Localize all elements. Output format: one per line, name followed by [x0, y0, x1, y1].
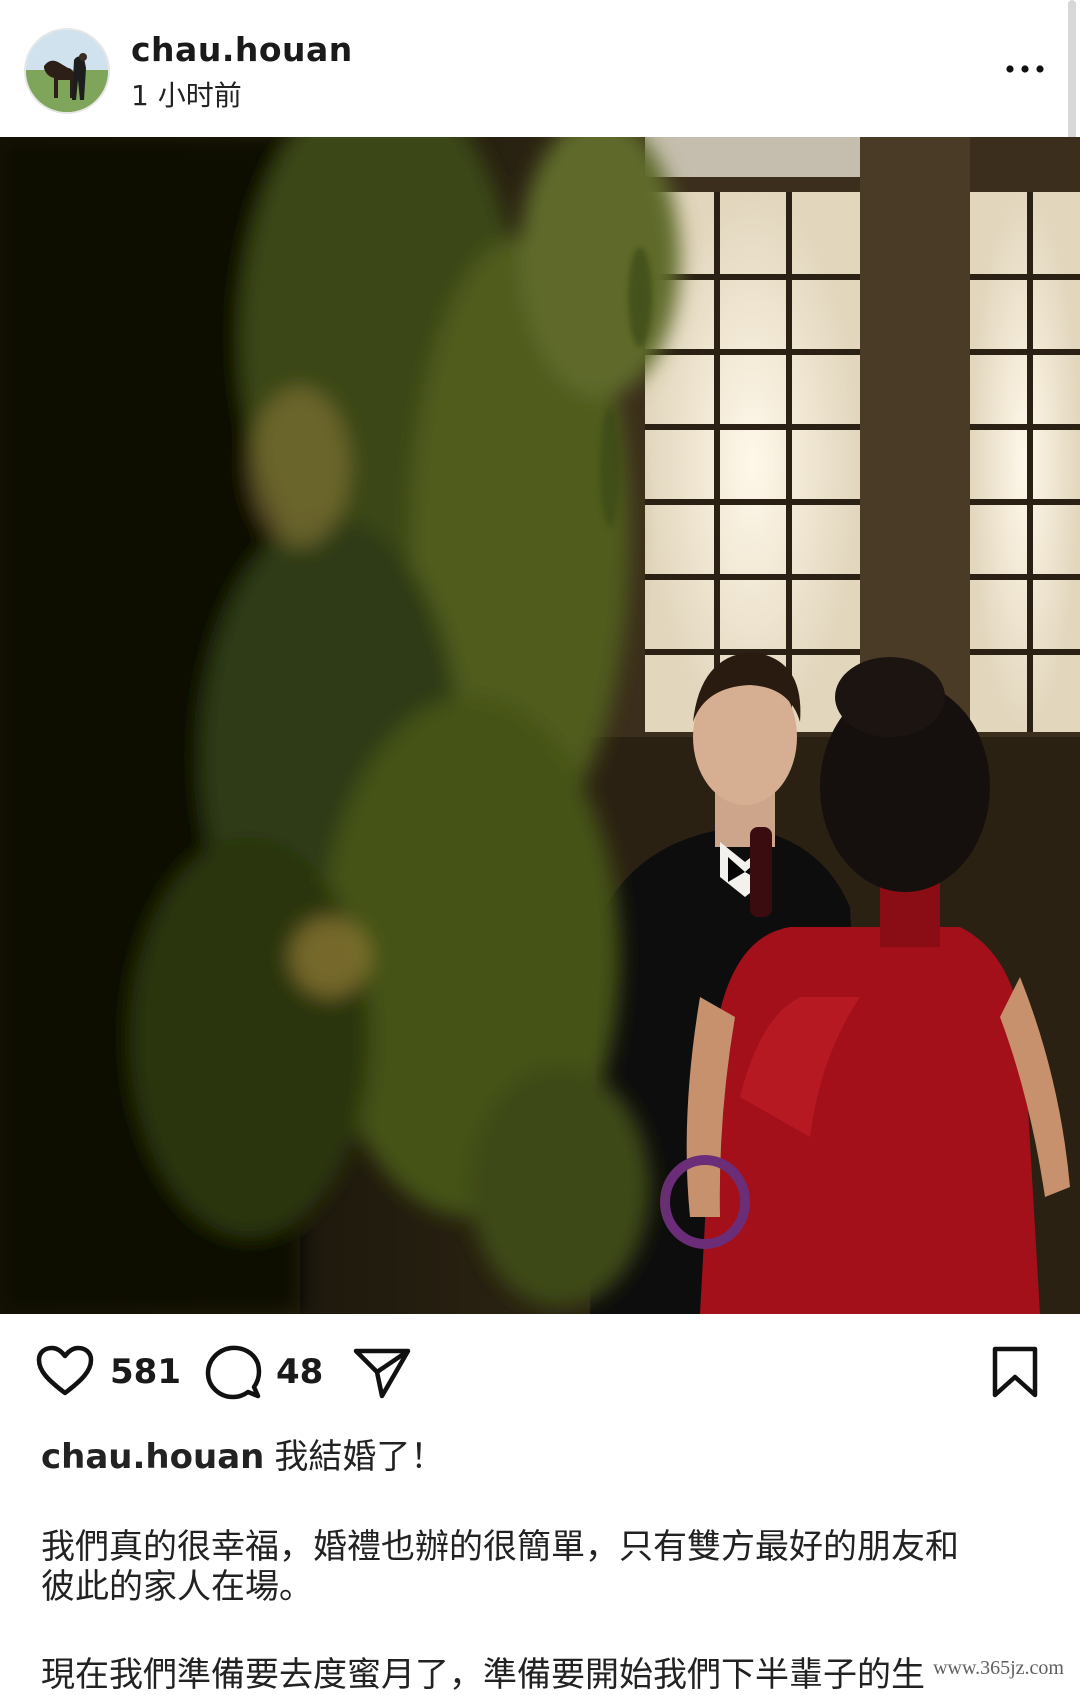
caption-paragraph-2: 現在我們準備要去度蜜月了，準備要開始我們下半輩子的生: [41, 1655, 925, 1695]
more-horizontal-icon[interactable]: [1000, 54, 1050, 84]
username[interactable]: chau.houan: [131, 30, 353, 69]
post-header: chau.houan 1 小时前: [0, 0, 1080, 140]
comment-bubble-icon[interactable]: [204, 1344, 262, 1406]
caption-paragraph-1-line-2: 彼此的家人在場。: [41, 1567, 313, 1607]
caption-headline-text: 我結婚了！: [274, 1437, 445, 1477]
post-action-bar: 581 48: [0, 1314, 1080, 1434]
caption-paragraph-1-line-1: 我們真的很幸福，婚禮也辦的很簡單，只有雙方最好的朋友和: [41, 1527, 959, 1567]
wedding-photo-image: [0, 137, 1080, 1314]
bookmark-icon[interactable]: [990, 1345, 1040, 1403]
comment-count[interactable]: 48: [276, 1352, 323, 1392]
avatar[interactable]: [26, 30, 108, 112]
watermark: www.365jz.com: [933, 1657, 1064, 1679]
heart-icon[interactable]: [36, 1345, 94, 1401]
post-photo[interactable]: [0, 137, 1080, 1314]
foreground-plants: [0, 137, 680, 1314]
like-count[interactable]: 581: [110, 1352, 181, 1392]
caption-username[interactable]: chau.houan: [41, 1437, 264, 1477]
post-timestamp: 1 小时前: [131, 79, 242, 112]
scrollbar[interactable]: [1068, 0, 1076, 140]
caption-headline: chau.houan 我結婚了！: [41, 1437, 1041, 1477]
send-icon[interactable]: [352, 1346, 412, 1404]
avatar-horse-image: [26, 30, 108, 112]
window-right: [970, 192, 1080, 732]
